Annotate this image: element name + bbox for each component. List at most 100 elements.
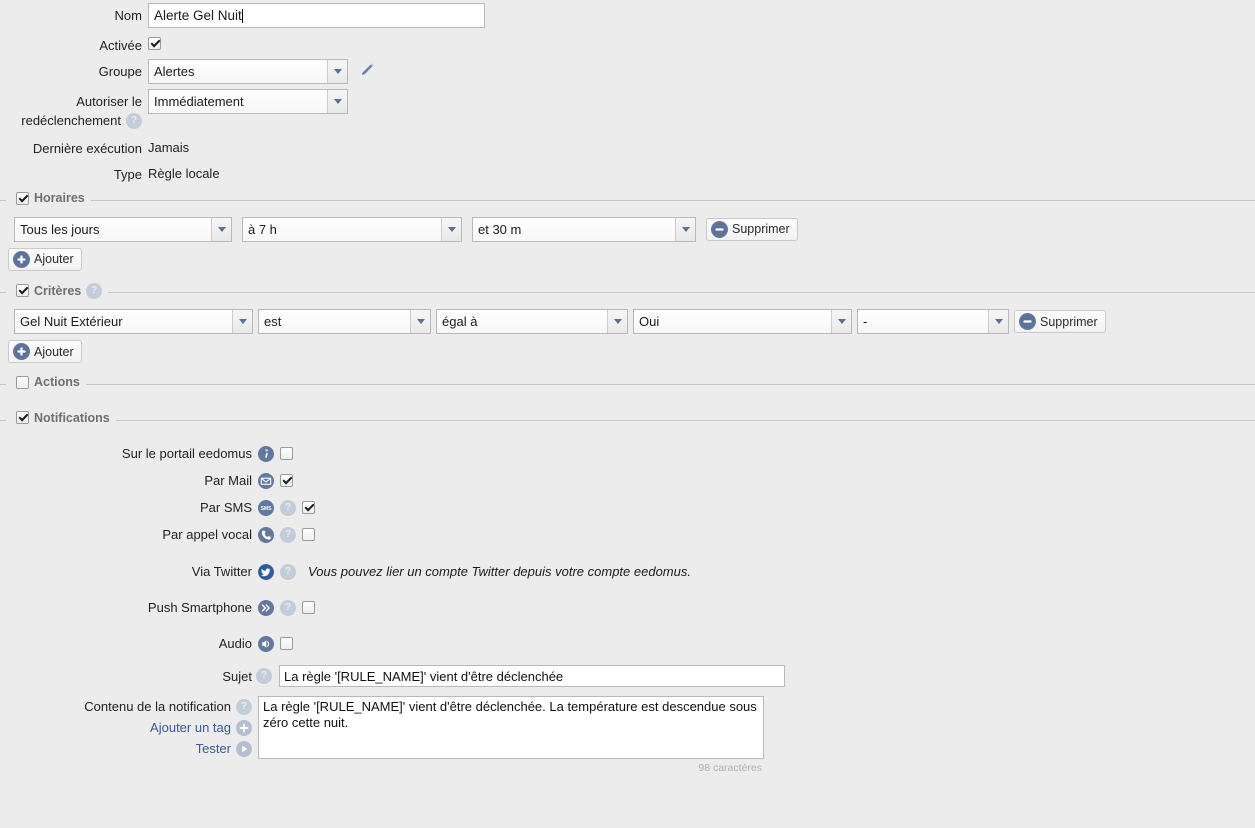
field-row-type: Type Règle locale [0, 162, 1255, 183]
retrigger-label: Autoriser le redéclenchement ? [0, 89, 148, 131]
schedule-minute-value: et 30 m [478, 221, 522, 237]
schedules-checkbox[interactable] [16, 191, 29, 205]
name-input-value: Alerte Gel Nuit [154, 8, 242, 23]
svg-text:SMS: SMS [261, 506, 273, 512]
content-label-row: Contenu de la notification ? [84, 696, 252, 717]
notifications-legend-label: Notifications [34, 410, 110, 425]
mail-icon[interactable] [258, 472, 274, 489]
subject-label-text: Sujet [222, 668, 252, 684]
push-checkbox[interactable] [302, 601, 315, 614]
schedule-day-value: Tous les jours [20, 221, 100, 237]
rule-editor-page: Nom Alerte Gel Nuit Activée Groupe Alert… [0, 0, 1255, 828]
name-input[interactable]: Alerte Gel Nuit [148, 3, 485, 28]
subject-label: Sujet [0, 669, 258, 684]
push-icon[interactable] [258, 599, 274, 616]
help-icon[interactable]: ? [236, 698, 252, 715]
voice-checkbox[interactable] [302, 528, 315, 541]
phone-icon[interactable] [258, 526, 274, 543]
play-circle-icon[interactable] [236, 740, 252, 757]
last-run-value: Jamais [148, 140, 190, 155]
help-icon[interactable]: ? [280, 599, 296, 616]
retrigger-select-value: Immédiatement [154, 94, 244, 109]
schedule-add-button[interactable]: Ajouter [8, 247, 82, 271]
notification-row-subject: Sujet ? La règle '[RULE_NAME]' vient d'ê… [0, 665, 1255, 687]
subject-input[interactable]: La règle '[RULE_NAME]' vient d'être décl… [279, 665, 785, 687]
schedules-legend: Horaires [6, 191, 91, 205]
section-divider [0, 200, 1255, 201]
actions-legend-label: Actions [34, 375, 80, 389]
notifications-section: Notifications Sur le portail eedomus Par… [0, 410, 1255, 781]
notification-row-audio: Audio [0, 633, 1255, 654]
notifications-checkbox[interactable] [16, 411, 29, 424]
criteria-value-select[interactable]: Oui [633, 309, 852, 334]
criteria-checkbox[interactable] [16, 284, 29, 297]
audio-checkbox[interactable] [280, 637, 293, 650]
criteria-operator-value: égal à [442, 314, 478, 329]
schedule-minute-select[interactable]: et 30 m [472, 216, 696, 242]
notification-row-portal: Sur le portail eedomus [0, 443, 1255, 464]
push-label: Push Smartphone [147, 600, 252, 615]
field-row-last-run: Dernière exécution Jamais [0, 136, 1255, 157]
notification-row-twitter: Via Twitter ? Vous pouvez lier un compte… [0, 561, 1255, 582]
help-icon[interactable]: ? [280, 499, 296, 516]
field-row-name: Nom Alerte Gel Nuit [0, 3, 1255, 28]
help-icon[interactable]: ? [280, 526, 296, 543]
notification-row-mail: Par Mail [0, 470, 1255, 491]
retrigger-select[interactable]: Immédiatement [148, 89, 348, 114]
schedules-section: Horaires Tous les jours à 7 h et 30 m Su… [0, 191, 1255, 277]
twitter-icon[interactable] [258, 563, 274, 580]
help-icon[interactable]: ? [280, 563, 296, 580]
actions-checkbox[interactable] [16, 375, 29, 389]
field-row-retrigger: Autoriser le redéclenchement ? Immédiate… [0, 89, 1255, 131]
schedule-day-select[interactable]: Tous les jours [14, 216, 232, 242]
enabled-label: Activée [99, 38, 142, 53]
retrigger-label-line2: redéclenchement [21, 113, 121, 128]
group-select-value: Alertes [154, 64, 195, 79]
criteria-operator-select[interactable]: égal à [436, 309, 628, 334]
audio-label: Audio [218, 636, 252, 651]
twitter-note: Vous pouvez lier un compte Twitter depui… [308, 564, 691, 579]
retrigger-label-line1: Autoriser le [76, 94, 142, 109]
criteria-add-button[interactable]: Ajouter [8, 340, 82, 363]
char-counter: 98 caractères [698, 762, 762, 774]
portal-checkbox[interactable] [280, 447, 293, 460]
test-link[interactable]: Tester [196, 741, 231, 756]
mail-checkbox[interactable] [280, 474, 293, 487]
content-textarea[interactable]: La règle '[RULE_NAME]' vient d'être décl… [258, 696, 764, 759]
criteria-source-select[interactable]: Gel Nuit Extérieur [14, 309, 253, 334]
plus-circle-icon[interactable] [236, 719, 252, 736]
help-icon[interactable]: ? [256, 668, 272, 684]
criteria-extra-select[interactable]: - [857, 309, 1009, 334]
test-row[interactable]: Tester [196, 738, 252, 759]
mail-label: Par Mail [204, 473, 252, 488]
text-caret [241, 8, 243, 23]
add-tag-link[interactable]: Ajouter un tag [150, 720, 231, 735]
audio-icon[interactable] [258, 635, 274, 652]
content-label: Contenu de la notification [84, 699, 231, 714]
section-divider [0, 384, 1255, 385]
criteria-remove-button[interactable]: Supprimer [1014, 310, 1106, 333]
portal-label: Sur le portail eedomus [121, 446, 252, 461]
chevron-down-icon [327, 60, 347, 83]
info-icon[interactable] [258, 445, 274, 462]
enabled-checkbox[interactable] [148, 37, 161, 50]
chevron-down-icon [232, 310, 252, 333]
schedule-hour-select[interactable]: à 7 h [242, 216, 462, 242]
add-tag-row[interactable]: Ajouter un tag [150, 717, 252, 738]
type-label: Type [113, 167, 142, 182]
help-icon[interactable]: ? [126, 112, 142, 129]
minus-circle-icon [1019, 313, 1036, 330]
schedule-hour-value: à 7 h [248, 221, 277, 237]
pencil-icon[interactable] [358, 61, 376, 82]
sms-checkbox[interactable] [302, 501, 315, 514]
sms-icon[interactable]: SMS [258, 499, 274, 516]
chevron-down-icon [831, 310, 851, 333]
notification-row-sms: Par SMS SMS ? [0, 497, 1255, 518]
criteria-verb-select[interactable]: est [258, 309, 431, 334]
chevron-down-icon [441, 217, 461, 241]
help-icon[interactable]: ? [86, 282, 103, 299]
content-textarea-value: La règle '[RULE_NAME]' vient d'être décl… [263, 699, 757, 730]
group-select[interactable]: Alertes [148, 59, 348, 84]
schedule-remove-button[interactable]: Supprimer [706, 217, 798, 241]
actions-section: Actions [0, 375, 1255, 403]
